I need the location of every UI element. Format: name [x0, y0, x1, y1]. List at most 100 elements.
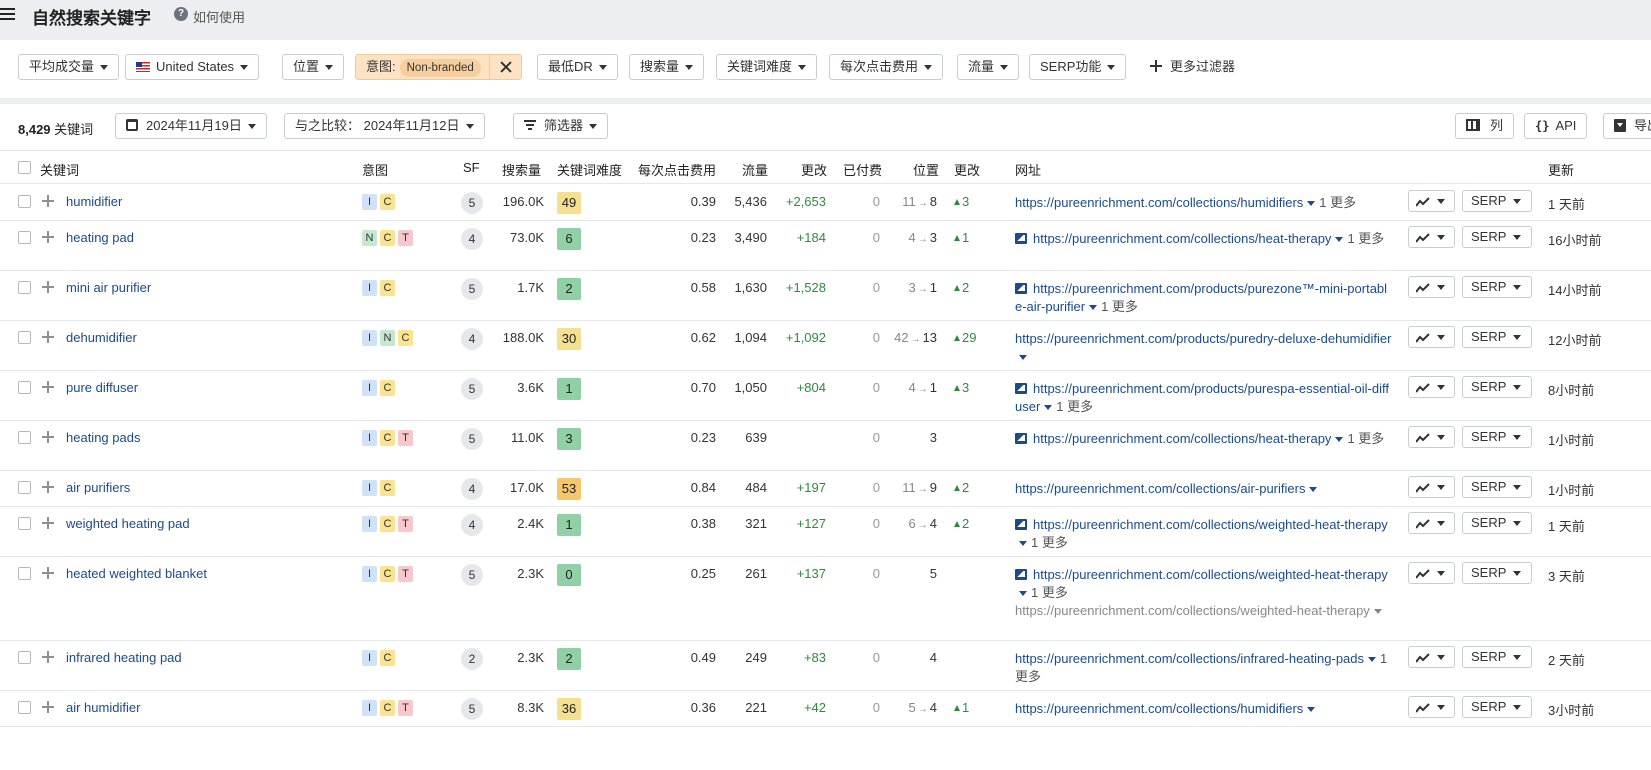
more-urls-link[interactable]: 1 更多 [1031, 535, 1068, 550]
api-button[interactable]: {} API [1524, 113, 1588, 139]
keyword-link[interactable]: pure diffuser [66, 380, 138, 395]
chevron-down-icon[interactable] [1307, 707, 1316, 713]
plus-icon[interactable] [42, 567, 54, 579]
keyword-link[interactable]: humidifier [66, 194, 122, 209]
ranking-url[interactable]: https://pureenrichment.com/collections/a… [1015, 481, 1305, 496]
keyword-link[interactable]: mini air purifier [66, 280, 151, 295]
trend-button[interactable] [1408, 476, 1455, 498]
keyword-link[interactable]: infrared heating pad [66, 650, 182, 665]
chevron-down-icon[interactable] [1335, 237, 1344, 243]
col-url[interactable]: 网址 [1015, 160, 1041, 179]
plus-icon[interactable] [42, 381, 54, 393]
ranking-url[interactable]: https://pureenrichment.com/collections/h… [1033, 431, 1331, 446]
plus-icon[interactable] [42, 195, 54, 207]
keyword-link[interactable]: air humidifier [66, 700, 140, 715]
ranking-url[interactable]: https://pureenrichment.com/products/pure… [1015, 331, 1391, 346]
filters-button[interactable]: 筛选器 [513, 113, 609, 139]
plus-icon[interactable] [42, 517, 54, 529]
col-volume[interactable]: 搜索量 [502, 160, 541, 179]
keyword-link[interactable]: weighted heating pad [66, 516, 190, 531]
col-traffic[interactable]: 流量 [742, 160, 768, 179]
chevron-down-icon[interactable] [1307, 201, 1316, 207]
keyword-link[interactable]: heating pad [66, 230, 134, 245]
chevron-down-icon[interactable] [1019, 591, 1027, 597]
chevron-down-icon[interactable] [1019, 541, 1027, 547]
serp-button[interactable]: SERP [1462, 190, 1532, 212]
select-all-checkbox[interactable] [18, 161, 31, 174]
row-checkbox[interactable] [18, 281, 31, 294]
more-urls-link[interactable]: 1 更多 [1031, 585, 1068, 600]
serp-button[interactable]: SERP [1462, 326, 1532, 348]
traffic-filter[interactable]: 流量 [957, 54, 1020, 80]
col-paid[interactable]: 已付费 [843, 160, 882, 179]
serp-button[interactable]: SERP [1462, 226, 1532, 248]
compare-picker[interactable]: 与之比较： 2024年11月12日 [284, 113, 485, 139]
chevron-down-icon[interactable] [1309, 487, 1318, 493]
export-button[interactable]: 导出 [1603, 113, 1651, 139]
row-checkbox[interactable] [18, 651, 31, 664]
ranking-url[interactable]: https://pureenrichment.com/collections/h… [1033, 231, 1331, 246]
columns-button[interactable]: 列 [1455, 113, 1515, 139]
serp-button[interactable]: SERP [1462, 426, 1532, 448]
trend-button[interactable] [1408, 190, 1455, 212]
serp-button[interactable]: SERP [1462, 562, 1532, 584]
ranking-url[interactable]: https://pureenrichment.com/collections/w… [1033, 517, 1388, 532]
help-icon[interactable]: ? [174, 7, 188, 21]
col-sf[interactable]: SF [463, 160, 480, 175]
chevron-down-icon[interactable] [1335, 437, 1344, 443]
row-checkbox[interactable] [18, 231, 31, 244]
trend-button[interactable] [1408, 426, 1455, 448]
ranking-url[interactable]: https://pureenrichment.com/collections/h… [1015, 701, 1303, 716]
keyword-link[interactable]: heated weighted blanket [66, 566, 207, 581]
keyword-link[interactable]: dehumidifier [66, 330, 137, 345]
serp-button[interactable]: SERP [1462, 512, 1532, 534]
intent-filter[interactable]: 意图: Non-branded [355, 54, 522, 80]
close-icon[interactable] [488, 55, 521, 79]
more-urls-link[interactable]: 1 更多 [1101, 299, 1138, 314]
trend-button[interactable] [1408, 226, 1455, 248]
plus-icon[interactable] [42, 281, 54, 293]
kd-filter[interactable]: 关键词难度 [716, 54, 818, 80]
plus-icon[interactable] [42, 701, 54, 713]
min-dr-filter[interactable]: 最低DR [537, 54, 618, 80]
more-urls-link[interactable]: 1 更多 [1319, 195, 1356, 210]
col-intent[interactable]: 意图 [362, 160, 388, 179]
more-filters-button[interactable]: 更多过滤器 [1150, 54, 1235, 80]
serp-button[interactable]: SERP [1462, 696, 1532, 718]
trend-button[interactable] [1408, 562, 1455, 584]
serp-features-filter[interactable]: SERP功能 [1029, 54, 1127, 80]
col-updated[interactable]: 更新 [1548, 160, 1574, 179]
keyword-link[interactable]: heating pads [66, 430, 140, 445]
country-filter[interactable]: United States [125, 54, 260, 80]
col-cpc[interactable]: 每次点击费用 [638, 160, 716, 179]
position-filter[interactable]: 位置 [282, 54, 345, 80]
more-urls-link[interactable]: 1 更多 [1347, 231, 1384, 246]
col-kd[interactable]: 关键词难度 [557, 160, 622, 179]
row-checkbox[interactable] [18, 331, 31, 344]
trend-button[interactable] [1408, 376, 1455, 398]
more-urls-link[interactable]: 1 更多 [1056, 399, 1093, 414]
chevron-down-icon[interactable] [1368, 657, 1377, 663]
cpc-filter[interactable]: 每次点击费用 [829, 54, 944, 80]
menu-icon[interactable] [0, 6, 18, 22]
trend-button[interactable] [1408, 326, 1455, 348]
date-picker[interactable]: 2024年11月19日 [115, 113, 267, 139]
plus-icon[interactable] [42, 331, 54, 343]
ranking-url[interactable]: https://pureenrichment.com/collections/i… [1015, 651, 1364, 666]
col-keyword[interactable]: 关键词 [40, 160, 79, 179]
volume-filter[interactable]: 搜索量 [629, 54, 705, 80]
row-checkbox[interactable] [18, 517, 31, 530]
ranking-url[interactable]: https://pureenrichment.com/products/pure… [1015, 281, 1387, 314]
avg-volume-filter[interactable]: 平均成交量 [18, 54, 120, 80]
secondary-url-text[interactable]: https://pureenrichment.com/collections/w… [1015, 603, 1370, 618]
col-position[interactable]: 位置 [913, 160, 939, 179]
serp-button[interactable]: SERP [1462, 376, 1532, 398]
row-checkbox[interactable] [18, 567, 31, 580]
col-change[interactable]: 更改 [801, 160, 827, 179]
trend-button[interactable] [1408, 276, 1455, 298]
serp-button[interactable]: SERP [1462, 276, 1532, 298]
chevron-down-icon[interactable] [1373, 609, 1382, 615]
row-checkbox[interactable] [18, 481, 31, 494]
col-position-change[interactable]: 更改 [954, 160, 980, 179]
plus-icon[interactable] [42, 481, 54, 493]
